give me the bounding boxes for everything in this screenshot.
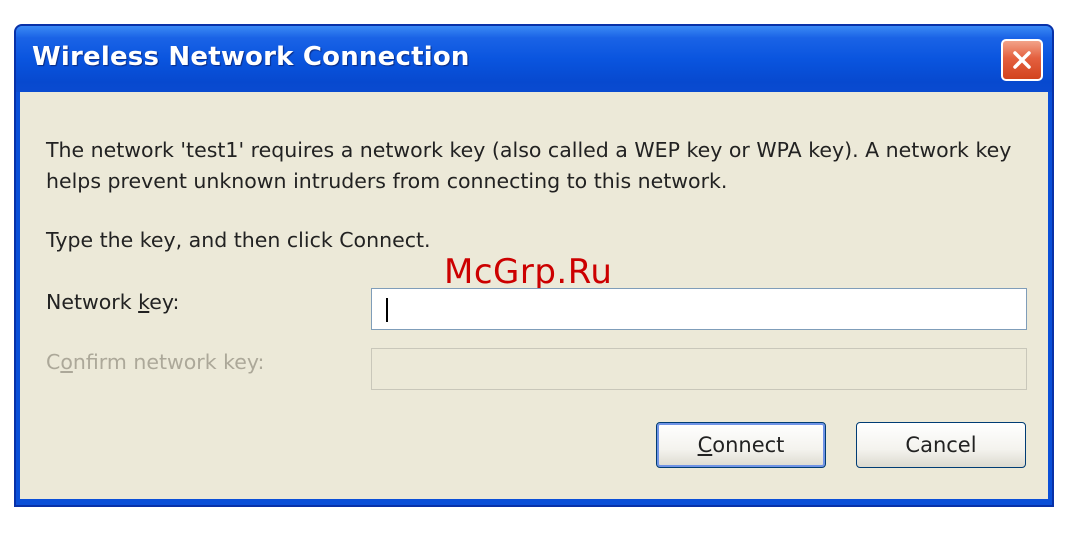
dialog-body: The network 'test1' requires a network k…: [20, 92, 1048, 499]
connect-button[interactable]: Connect: [656, 422, 826, 468]
confirm-network-key-label: Confirm network key:: [46, 350, 265, 374]
text-caret: [386, 298, 388, 322]
watermark: McGrp.Ru: [444, 252, 613, 292]
cancel-button[interactable]: Cancel: [856, 422, 1026, 468]
close-x-icon: [1013, 51, 1031, 69]
network-key-input[interactable]: [371, 288, 1027, 330]
network-key-label: Network key:: [46, 290, 180, 314]
window-title: Wireless Network Connection: [32, 42, 470, 72]
wireless-network-connection-dialog: Wireless Network Connection The network …: [14, 24, 1054, 507]
confirm-network-key-input: [371, 348, 1027, 390]
network-key-message: The network 'test1' requires a network k…: [46, 138, 1012, 193]
title-bar[interactable]: Wireless Network Connection: [16, 26, 1052, 92]
close-button[interactable]: [1001, 39, 1043, 81]
